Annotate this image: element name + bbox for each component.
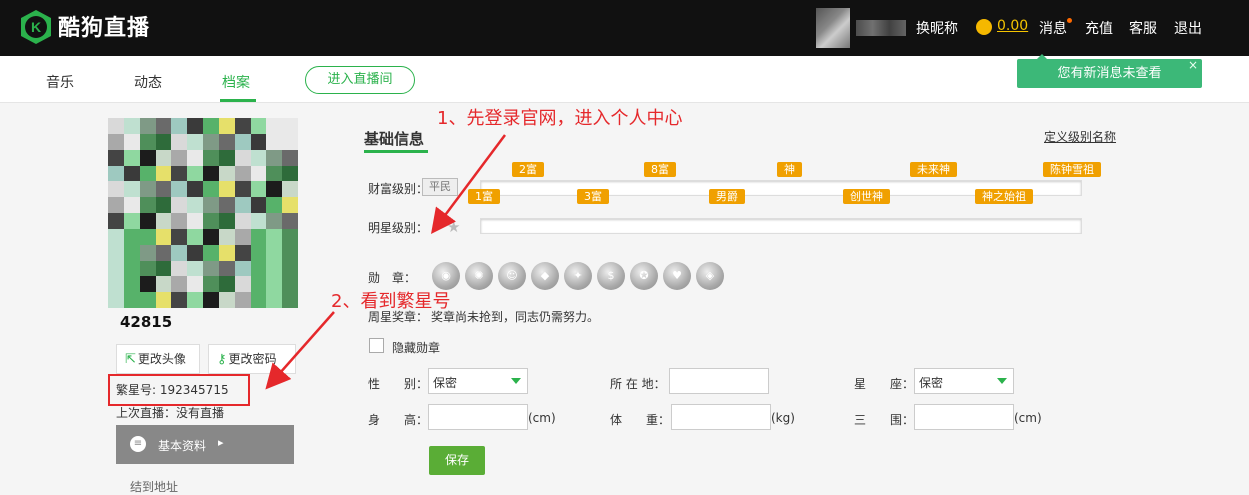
arrow-step2 bbox=[265, 311, 335, 390]
arrow-step1 bbox=[431, 134, 507, 235]
annotation-arrows bbox=[265, 134, 507, 390]
